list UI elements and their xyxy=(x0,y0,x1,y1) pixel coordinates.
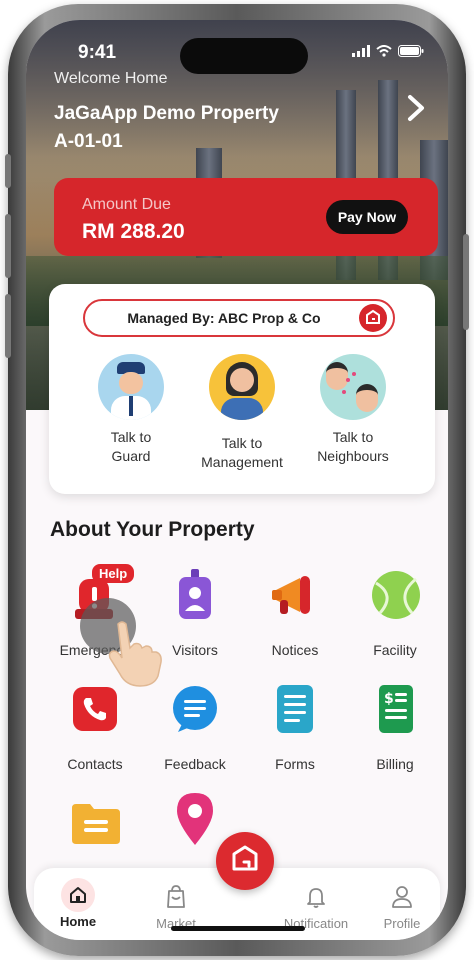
shopping-bag-icon xyxy=(163,884,189,910)
megaphone-icon xyxy=(270,568,320,622)
tile-label: Billing xyxy=(376,756,414,772)
guard-avatar-icon xyxy=(98,354,164,420)
management-card: Managed By: ABC Prop & Co Talk to Guard xyxy=(49,284,435,494)
tab-market[interactable]: Market xyxy=(136,884,216,931)
pay-now-button[interactable]: Pay Now xyxy=(326,200,408,234)
amount-due-card: Amount Due RM 288.20 Pay Now xyxy=(54,178,438,256)
tile-label: Forms xyxy=(275,756,315,772)
user-icon xyxy=(389,884,415,910)
mute-switch xyxy=(5,154,11,188)
jaga-center-button[interactable] xyxy=(216,832,274,890)
dynamic-island xyxy=(180,38,308,74)
tennis-ball-icon xyxy=(370,568,420,622)
chevron-right-icon[interactable] xyxy=(406,94,426,130)
home-indicator xyxy=(171,926,305,931)
tile-contacts[interactable]: Contacts xyxy=(50,682,140,772)
wifi-icon xyxy=(376,44,392,60)
signal-icon xyxy=(352,44,370,60)
home-icon xyxy=(61,878,95,912)
tab-notification[interactable]: Notification xyxy=(268,884,364,931)
amount-due-label: Amount Due xyxy=(82,196,171,213)
talk-to-neighbours[interactable]: Talk to Neighbours xyxy=(293,354,413,466)
tile-facility[interactable]: Facility xyxy=(350,568,440,658)
volume-down-button xyxy=(5,294,11,358)
talk-management-line2: Management xyxy=(201,454,283,470)
tab-home[interactable]: Home xyxy=(38,878,118,929)
power-button xyxy=(463,234,469,330)
tile-notices[interactable]: Notices xyxy=(250,568,340,658)
document-icon xyxy=(270,682,320,736)
amount-due-value: RM 288.20 xyxy=(82,220,185,243)
tile-label: Contacts xyxy=(67,756,123,772)
management-avatar-icon xyxy=(209,354,275,420)
talk-management-line1: Talk to xyxy=(221,435,263,451)
status-icons xyxy=(352,44,424,60)
talk-neighbours-line1: Talk to xyxy=(332,429,374,445)
talk-to-management[interactable]: Talk to Management xyxy=(182,354,302,472)
tile-billing[interactable]: $ Billing xyxy=(350,682,440,772)
visitor-badge-icon xyxy=(170,568,220,622)
folder-icon xyxy=(70,796,120,850)
svg-text:$: $ xyxy=(384,691,394,707)
tile-label: Feedback xyxy=(164,756,226,772)
tile-label: Notices xyxy=(271,642,319,658)
status-time: 9:41 xyxy=(78,42,117,63)
talk-neighbours-line2: Neighbours xyxy=(317,448,389,464)
tab-profile[interactable]: Profile xyxy=(362,884,442,931)
pointing-hand-icon xyxy=(106,618,166,688)
tile-label: Facility xyxy=(373,642,417,658)
jaga-logo-icon xyxy=(359,304,387,332)
tile-forms[interactable]: Forms xyxy=(250,682,340,772)
battery-icon xyxy=(398,44,424,60)
app-screen: 9:41 Welcome Home JaGaApp Demo Property … xyxy=(26,20,448,940)
welcome-text: Welcome Home xyxy=(54,70,168,87)
property-selector[interactable]: JaGaApp Demo Property A-01-01 xyxy=(54,100,279,156)
bell-icon xyxy=(303,884,329,910)
neighbours-avatar-icon xyxy=(320,354,386,420)
talk-to-guard[interactable]: Talk to Guard xyxy=(71,354,191,466)
tab-profile-label: Profile xyxy=(383,916,421,931)
volume-up-button xyxy=(5,214,11,278)
talk-guard-line2: Guard xyxy=(111,448,151,464)
property-name: JaGaApp Demo Property xyxy=(54,103,279,124)
about-property-title: About Your Property xyxy=(50,518,255,541)
bill-icon: $ xyxy=(370,682,420,736)
managed-by-label: Managed By: ABC Prop & Co xyxy=(127,310,321,326)
chat-bubble-icon xyxy=(170,682,220,736)
managed-by-pill[interactable]: Managed By: ABC Prop & Co xyxy=(83,299,395,337)
phone-icon xyxy=(70,682,120,736)
unit-number: A-01-01 xyxy=(54,131,123,152)
help-badge[interactable]: Help xyxy=(92,564,135,583)
tile-folder[interactable] xyxy=(50,796,140,850)
tile-feedback[interactable]: Feedback xyxy=(150,682,240,772)
jaga-logo-icon xyxy=(230,844,260,879)
location-pin-icon xyxy=(170,792,220,846)
tab-home-label: Home xyxy=(59,914,97,929)
talk-guard-line1: Talk to xyxy=(110,429,152,445)
